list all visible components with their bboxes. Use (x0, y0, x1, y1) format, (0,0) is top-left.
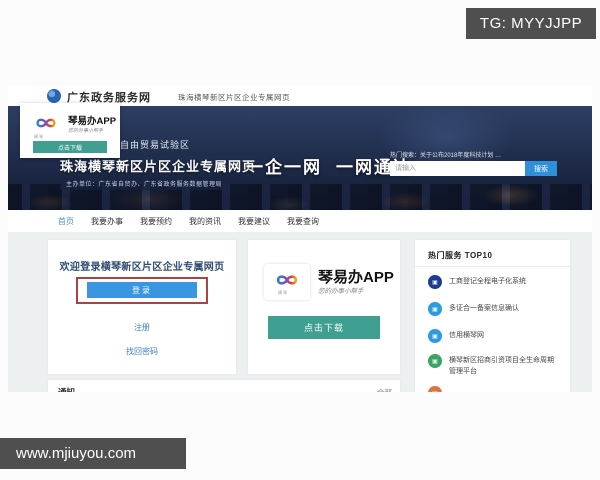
logo-caption: 横琴 (278, 290, 288, 295)
service-label: 工商登记全程电子化系统 (449, 278, 526, 285)
search-bar: 搜索 (390, 161, 557, 176)
business-registration-icon: ▣ (428, 275, 442, 289)
service-label: 多证合一备案信息确认 (449, 305, 519, 312)
forgot-password-link[interactable]: 找回密码 (48, 346, 236, 357)
service-item[interactable]: ▣ 信用横琴网 (428, 329, 560, 343)
app-tagline: 您的办事小帮手 (318, 288, 364, 295)
nav-item-services[interactable]: 我要办事 (91, 216, 123, 227)
search-input[interactable] (390, 161, 525, 176)
service-icon: ▣ (428, 386, 442, 392)
hot-services-title: 热门服务 TOP10 (428, 251, 493, 260)
notices-tab[interactable]: 通知 (58, 386, 75, 392)
divider (415, 266, 570, 267)
hot-search-ticker: 热门搜索：关于公布2018年度科技计划 … (390, 153, 502, 159)
service-item[interactable]: ▣ 工商登记全程电子化系统 (428, 275, 560, 289)
service-item[interactable]: ▣ (428, 386, 560, 392)
login-card-title: 欢迎登录横琴新区片区企业专属网页 (59, 262, 225, 273)
search-button[interactable]: 搜索 (525, 161, 557, 176)
red-annotation-box (76, 277, 208, 304)
login-card: 欢迎登录横琴新区片区企业专属网页 登录 注册 找回密码 (48, 240, 236, 374)
popup-download-button[interactable]: 点击下载 (33, 141, 107, 153)
nav-item-inquiry[interactable]: 我要查询 (287, 216, 319, 227)
service-item[interactable]: ▣ 横琴新区招商引资项目全生命周期管理平台 (428, 354, 560, 377)
main-nav: 首页 我要办事 我要预约 我的资讯 我要建议 我要查询 (8, 210, 592, 232)
nav-item-home[interactable]: 首页 (58, 216, 74, 227)
nav-item-news[interactable]: 我的资讯 (189, 216, 221, 227)
app-download-popup: 横琴 琴易办APP 您的办事小帮手 点击下载 (20, 103, 120, 158)
app-download-button[interactable]: 点击下载 (268, 316, 380, 339)
qinyiban-logo-icon: 横琴 (264, 264, 310, 300)
gov-services-logo-icon (47, 89, 61, 103)
nav-item-appointment[interactable]: 我要预约 (140, 216, 172, 227)
content-area: 欢迎登录横琴新区片区企业专属网页 登录 注册 找回密码 横琴 琴易办APP 您的… (8, 232, 592, 392)
nav-item-suggestions[interactable]: 我要建议 (238, 216, 270, 227)
hot-services-card: 热门服务 TOP10 ▣ 工商登记全程电子化系统 ▣ 多证合一备案信息确认 ▣ … (415, 240, 570, 392)
investment-platform-icon: ▣ (428, 354, 442, 368)
service-label: 信用横琴网 (449, 332, 484, 339)
notices-card: 通知 全部 (48, 380, 400, 392)
service-item[interactable]: ▣ 多证合一备案信息确认 (428, 302, 560, 316)
popup-app-tagline: 您的办事小帮手 (68, 128, 104, 134)
url-watermark: www.mjiuyou.com (0, 438, 186, 469)
slogan-left: 一企一网 (246, 158, 322, 177)
popup-app-name: 琴易办APP (68, 116, 117, 127)
app-name: 琴易办APP (318, 269, 394, 286)
register-link[interactable]: 注册 (48, 322, 236, 333)
banner-slogan: 一企一网 一网通达 (246, 153, 412, 178)
app-promo-card: 横琴 琴易办APP 您的办事小帮手 点击下载 (248, 240, 400, 374)
site-page-label: 珠海横琴新区片区企业专属网页 (178, 93, 290, 102)
website-screenshot: 广东政务服务网 珠海横琴新区片区企业专属网页 中国（广东）自由贸易试验区 珠海横… (8, 86, 592, 392)
credit-hengqin-icon: ▣ (428, 329, 442, 343)
telegram-watermark: TG: MYYJJPP (466, 8, 596, 39)
banner-title: 珠海横琴新区片区企业专属网页 (60, 159, 257, 174)
organizer-line: 主办单位：广东省自贸办、广东省政务服务数据管理局 (60, 177, 229, 190)
logo-caption: 横琴 (34, 134, 44, 139)
notices-all-link[interactable]: 全部 (377, 387, 392, 392)
certificate-confirm-icon: ▣ (428, 302, 442, 316)
service-label: 横琴新区招商引资项目全生命周期管理平台 (449, 357, 554, 375)
